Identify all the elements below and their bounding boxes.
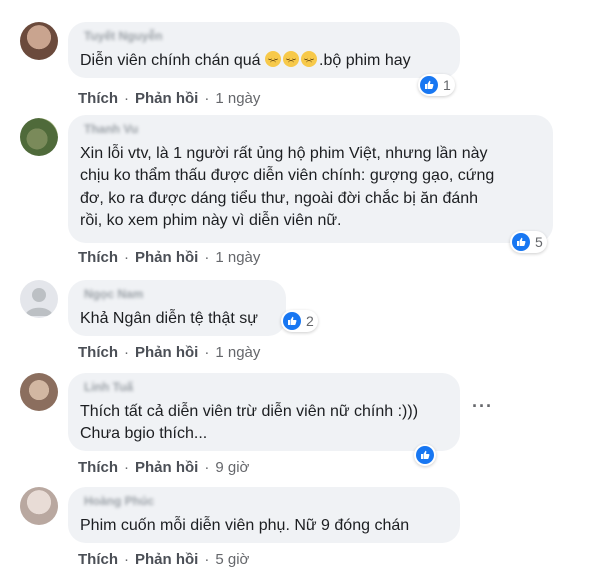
like-thumb-icon [283, 312, 301, 330]
comment-time[interactable]: 5 giờ [215, 551, 249, 568]
comment-bubble: Thanh Vu Xin lỗi vtv, là 1 người rất ủng… [68, 115, 553, 243]
reaction-count[interactable] [414, 444, 436, 466]
comment-bubble: Linh Tuấ Thích tất cả diễn viên trừ diễn… [68, 373, 460, 451]
comment-time[interactable]: 1 ngày [215, 249, 260, 266]
comment-bubble: Hoàng Phúc Phim cuốn mỗi diễn viên phụ. … [68, 487, 460, 543]
like-link[interactable]: Thích [78, 249, 118, 266]
avatar[interactable] [20, 118, 58, 156]
reply-link[interactable]: Phản hồi [135, 551, 198, 568]
comment-actions: Thích · Phản hồi · 1 ngày [78, 344, 261, 361]
like-thumb-icon [420, 76, 438, 94]
comment-actions: Thích · Phản hồi · 1 ngày [78, 249, 261, 266]
like-thumb-icon [512, 233, 530, 251]
comment-bubble: Tuyết Nguyễn Diễn viên chính chán quá .b… [68, 22, 460, 78]
comment-text-line: rồi, ko xem phim này vì diễn viên nữ. [80, 212, 342, 229]
comment-author[interactable]: Thanh Vu [84, 122, 138, 136]
default-avatar-icon [25, 288, 53, 316]
like-link[interactable]: Thích [78, 551, 118, 568]
comment-text: Diễn viên chính chán quá .bộ phim hay [80, 51, 411, 69]
comment-text: Khả Ngân diễn tệ thật sự [80, 310, 258, 327]
reply-link[interactable]: Phản hồi [135, 459, 198, 476]
reply-link[interactable]: Phản hồi [135, 344, 198, 361]
reaction-count[interactable]: 5 [510, 231, 547, 253]
reaction-count[interactable]: 2 [281, 310, 318, 332]
comment-actions: Thích · Phản hồi · 9 giờ [78, 459, 250, 476]
avatar[interactable] [20, 280, 58, 318]
comment-time[interactable]: 9 giờ [215, 459, 249, 476]
comment-time[interactable]: 1 ngày [215, 344, 260, 361]
comment-actions: Thích · Phản hồi · 5 giờ [78, 551, 250, 568]
disappointed-face-icon [283, 51, 300, 67]
comment-text-line: Xin lỗi vtv, là 1 người rất ủng hộ phim … [80, 145, 488, 162]
avatar[interactable] [20, 22, 58, 60]
like-link[interactable]: Thích [78, 459, 118, 476]
comment-author[interactable]: Ngọc Nam [84, 287, 143, 301]
comment-text: Phim cuốn mỗi diễn viên phụ. Nữ 9 đóng c… [80, 517, 410, 534]
reaction-count[interactable]: 1 [418, 74, 455, 96]
more-options-icon[interactable]: ··· [472, 396, 493, 417]
reply-link[interactable]: Phản hồi [135, 90, 198, 107]
avatar[interactable] [20, 487, 58, 525]
like-link[interactable]: Thích [78, 90, 118, 107]
comment-text-line: Chưa bgio thích... [80, 425, 208, 442]
like-thumb-icon [416, 446, 434, 464]
comment-bubble: Ngọc Nam Khả Ngân diễn tệ thật sự [68, 280, 286, 336]
like-link[interactable]: Thích [78, 344, 118, 361]
disappointed-face-icon [301, 51, 318, 67]
comment-text-line: đơ, ko ra được dáng tiểu thư, ngoài đời … [80, 190, 479, 207]
disappointed-face-icon [265, 51, 282, 67]
comment-author[interactable]: Hoàng Phúc [84, 494, 154, 508]
comment-time[interactable]: 1 ngày [215, 90, 260, 107]
comment-text-line: chịu ko thẩm thấu được diễn viên chính: … [80, 167, 495, 184]
reply-link[interactable]: Phản hồi [135, 249, 198, 266]
avatar[interactable] [20, 373, 58, 411]
comment-text-line: Thích tất cả diễn viên trừ diễn viên nữ … [80, 403, 419, 420]
comment-author[interactable]: Linh Tuấ [84, 380, 133, 394]
comment-actions: Thích · Phản hồi · 1 ngày [78, 90, 261, 107]
comment-author[interactable]: Tuyết Nguyễn [84, 29, 162, 43]
